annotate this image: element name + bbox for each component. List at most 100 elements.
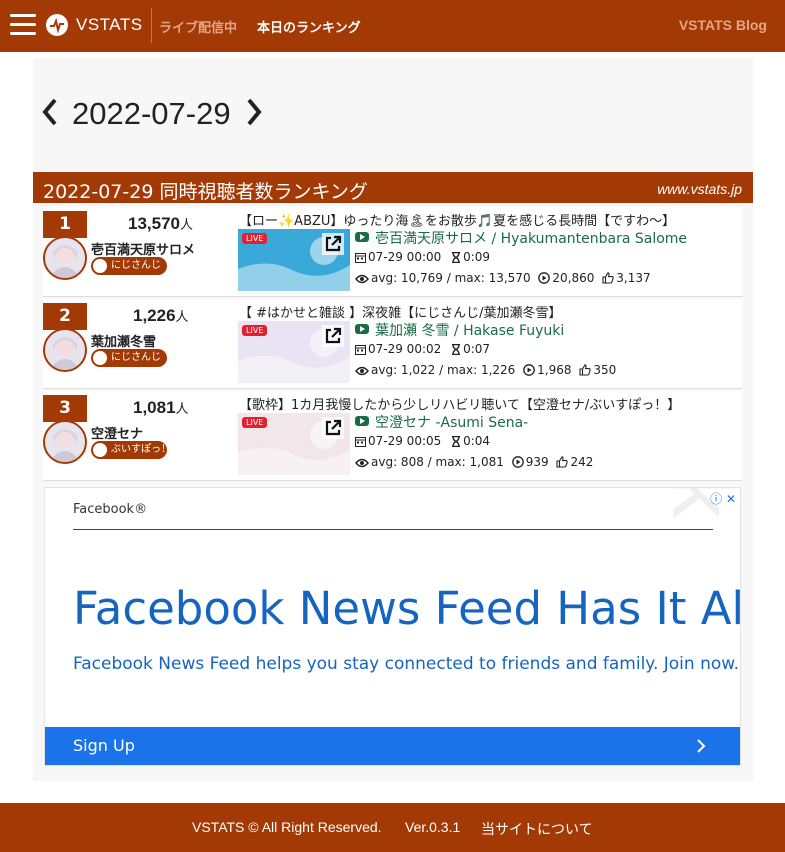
channel-link[interactable]: 葉加瀬 冬雪 / Hakase Fuyuki bbox=[355, 320, 564, 340]
like-count: 350 bbox=[593, 363, 617, 377]
stream-stats: avg: 808 / max: 1,081 939 242 bbox=[355, 455, 593, 469]
footer-copyright: VSTATS © All Right Reserved. bbox=[192, 819, 382, 835]
nav-divider bbox=[151, 8, 152, 43]
hourglass-icon bbox=[452, 436, 461, 447]
avatar[interactable] bbox=[43, 420, 87, 464]
stream-stats: avg: 10,769 / max: 13,570 20,860 3,137 bbox=[355, 271, 651, 285]
stream-title[interactable]: 【 #はかせと雑談 】深夜雑【にじさんじ/葉加瀬冬雪】 bbox=[239, 302, 739, 321]
nav-ranking-link[interactable]: 本日のランキング bbox=[257, 17, 361, 36]
stream-time-info: 07-29 00:05 0:04 bbox=[355, 434, 490, 448]
vtuber-name[interactable]: 壱百満天原サロメ bbox=[91, 239, 195, 258]
youtube-icon bbox=[355, 324, 369, 334]
ad-body[interactable]: Facebook News Feed helps you stay connec… bbox=[73, 654, 739, 674]
stream-thumbnail[interactable]: LIVE bbox=[238, 229, 350, 291]
viewers-unit: 人 bbox=[175, 401, 189, 416]
footer-about-link[interactable]: 当サイトについて bbox=[481, 819, 593, 839]
site-url: www.vstats.jp bbox=[657, 181, 742, 197]
calendar-icon bbox=[355, 437, 366, 447]
group-logo-icon bbox=[93, 443, 107, 457]
group-label: ぶいすぽっ！ bbox=[111, 444, 171, 455]
start-time: 07-29 00:05 bbox=[368, 434, 442, 448]
hourglass-icon bbox=[452, 252, 461, 263]
duration: 0:07 bbox=[463, 342, 491, 356]
stream-title[interactable]: 【ロー✨ABZU】ゆったり海🏝をお散歩🎵夏を感じる長時間【ですわ～】 bbox=[239, 210, 739, 229]
viewers-unit: 人 bbox=[180, 217, 194, 232]
peak-viewers: 13,570人 bbox=[128, 214, 193, 234]
vtuber-name[interactable]: 空澄セナ bbox=[91, 423, 143, 442]
viewers-unit: 人 bbox=[175, 309, 189, 324]
stream-time-info: 07-29 00:00 0:09 bbox=[355, 250, 490, 264]
prev-date-icon[interactable] bbox=[41, 92, 59, 132]
group-badge[interactable]: にじさんじ bbox=[91, 257, 167, 275]
viewer-stats: avg: 1,022 / max: 1,226 bbox=[371, 363, 516, 377]
view-count: 20,860 bbox=[552, 271, 595, 285]
ad-banner[interactable]: Facebook ⓘ ✕ Facebook® Facebook News Fee… bbox=[44, 487, 741, 766]
eye-icon bbox=[355, 458, 369, 468]
avatar[interactable] bbox=[43, 328, 87, 372]
start-time: 07-29 00:00 bbox=[368, 250, 442, 264]
play-circle-icon bbox=[523, 364, 535, 376]
viewer-stats: avg: 10,769 / max: 13,570 bbox=[371, 271, 531, 285]
avatar[interactable] bbox=[43, 236, 87, 280]
next-date-icon[interactable] bbox=[245, 92, 263, 132]
peak-viewers-value: 1,226 bbox=[133, 306, 176, 325]
stream-title[interactable]: 【歌枠】1カ月我慢したから少しリハビリ聴いて【空澄セナ/ぶいすぽっ！】 bbox=[239, 394, 739, 413]
chevron-right-icon bbox=[697, 739, 706, 753]
thumbs-up-icon bbox=[602, 272, 614, 284]
group-logo-icon bbox=[93, 259, 107, 273]
thumbs-up-icon bbox=[579, 364, 592, 376]
menu-icon[interactable] bbox=[10, 14, 36, 38]
group-logo-icon bbox=[93, 351, 107, 365]
nav-blog-link[interactable]: VSTATS Blog bbox=[679, 17, 767, 33]
footer: VSTATS © All Right Reserved. Ver.0.3.1 当… bbox=[0, 803, 785, 852]
duration: 0:09 bbox=[463, 250, 491, 264]
calendar-icon bbox=[355, 253, 366, 263]
peak-viewers-value: 1,081 bbox=[133, 398, 176, 417]
peak-viewers-value: 13,570 bbox=[128, 214, 180, 233]
viewer-stats: avg: 808 / max: 1,081 bbox=[371, 455, 504, 469]
channel-link[interactable]: 空澄セナ -Asumi Sena- bbox=[355, 412, 528, 432]
live-badge: LIVE bbox=[242, 417, 268, 428]
eye-icon bbox=[355, 366, 369, 376]
channel-link[interactable]: 壱百満天原サロメ / Hyakumantenbara Salome bbox=[355, 228, 687, 248]
calendar-icon bbox=[355, 345, 366, 355]
ranking-row[interactable]: 1 13,570人 壱百満天原サロメ にじさんじ 【ロー✨ABZU】ゆったり海🏝… bbox=[43, 207, 742, 297]
channel-name: 壱百満天原サロメ / Hyakumantenbara Salome bbox=[375, 231, 688, 247]
logo-icon[interactable] bbox=[46, 14, 68, 36]
brand-link[interactable]: VSTATS bbox=[76, 15, 143, 35]
stream-time-info: 07-29 00:02 0:07 bbox=[355, 342, 490, 356]
thumbs-up-icon bbox=[556, 456, 569, 468]
external-link-icon[interactable] bbox=[322, 233, 344, 255]
stream-stats: avg: 1,022 / max: 1,226 1,968 350 bbox=[355, 363, 616, 377]
hourglass-icon bbox=[452, 344, 461, 355]
live-badge: LIVE bbox=[242, 233, 268, 244]
nav-live-link[interactable]: ライブ配信中 bbox=[159, 17, 237, 36]
ad-signup-button[interactable]: Sign Up bbox=[45, 727, 740, 765]
ranking-row[interactable]: 3 1,081人 空澄セナ ぶいすぽっ！ 【歌枠】1カ月我慢したから少しリハビリ… bbox=[43, 391, 742, 481]
channel-name: 空澄セナ -Asumi Sena- bbox=[375, 415, 529, 431]
view-count: 939 bbox=[525, 455, 549, 469]
stream-thumbnail[interactable]: LIVE bbox=[238, 321, 350, 383]
group-badge[interactable]: ぶいすぽっ！ bbox=[91, 441, 171, 459]
youtube-icon bbox=[355, 416, 369, 426]
ranking-row[interactable]: 2 1,226人 葉加瀬冬雪 にじさんじ 【 #はかせと雑談 】深夜雑【にじさん… bbox=[43, 299, 742, 389]
ad-brand: Facebook® bbox=[73, 502, 148, 517]
top-navbar: VSTATS ライブ配信中 本日のランキング VSTATS Blog bbox=[0, 0, 785, 52]
peak-viewers: 1,081人 bbox=[133, 398, 189, 418]
eye-icon bbox=[355, 274, 369, 284]
channel-name: 葉加瀬 冬雪 / Hakase Fuyuki bbox=[375, 323, 565, 339]
like-count: 3,137 bbox=[616, 271, 651, 285]
ad-headline[interactable]: Facebook News Feed Has It All bbox=[73, 582, 740, 635]
group-label: にじさんじ bbox=[111, 352, 161, 363]
ad-choices-icon[interactable]: ⓘ ✕ bbox=[710, 490, 736, 507]
ranking-header: 2022-07-29 同時視聴者数ランキング www.vstats.jp bbox=[33, 172, 753, 203]
stream-thumbnail[interactable]: LIVE bbox=[238, 413, 350, 475]
external-link-icon[interactable] bbox=[322, 417, 344, 439]
ad-divider bbox=[73, 529, 713, 530]
group-badge[interactable]: にじさんじ bbox=[91, 349, 167, 367]
vtuber-name[interactable]: 葉加瀬冬雪 bbox=[91, 331, 156, 350]
start-time: 07-29 00:02 bbox=[368, 342, 442, 356]
rank-badge: 2 bbox=[43, 303, 87, 330]
like-count: 242 bbox=[570, 455, 594, 469]
external-link-icon[interactable] bbox=[322, 325, 344, 347]
